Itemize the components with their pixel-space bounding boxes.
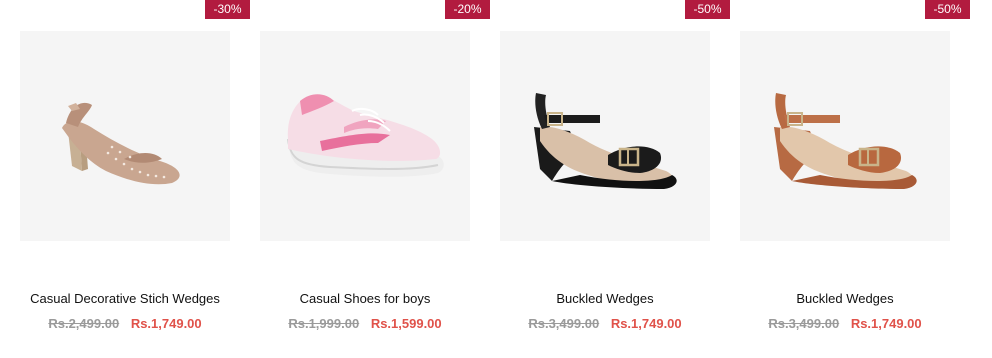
sale-price: Rs.1,749.00 xyxy=(850,316,922,331)
black-buckled-wedge-icon xyxy=(534,93,677,189)
original-price: Rs.3,499.00 xyxy=(528,316,600,331)
tan-buckled-wedge-icon xyxy=(774,93,917,189)
product-name[interactable]: Casual Shoes for boys xyxy=(260,291,470,306)
original-price: Rs.1,999.00 xyxy=(288,316,360,331)
product-card[interactable]: -30% Casual Decorative Stich Wedges Rs.2… xyxy=(20,0,250,358)
beige-slingback-wedge-icon xyxy=(62,102,180,185)
product-card[interactable]: -50% Buckled Wedges Rs.3,499.00 Rs.1,749… xyxy=(740,0,970,358)
product-image[interactable] xyxy=(500,31,710,241)
sale-price: Rs.1,749.00 xyxy=(610,316,682,331)
original-price: Rs.2,499.00 xyxy=(48,316,120,331)
price-row: Rs.1,999.00 Rs.1,599.00 xyxy=(260,316,470,331)
pink-knit-sneaker-icon xyxy=(287,94,444,177)
original-price: Rs.3,499.00 xyxy=(768,316,840,331)
discount-badge: -50% xyxy=(925,0,970,19)
product-name[interactable]: Buckled Wedges xyxy=(740,291,950,306)
product-name[interactable]: Casual Decorative Stich Wedges xyxy=(20,291,230,306)
sale-price: Rs.1,749.00 xyxy=(130,316,202,331)
product-image[interactable] xyxy=(740,31,950,241)
product-card[interactable]: -50% Buckled Wedges Rs.3,499.00 Rs.1,749… xyxy=(500,0,730,358)
product-grid: -30% Casual Decorative Stich Wedges Rs.2… xyxy=(0,0,992,358)
product-card[interactable]: -20% Casual Shoes for boys Rs.1,999.00 R… xyxy=(260,0,490,358)
discount-badge: -20% xyxy=(445,0,490,19)
product-image[interactable] xyxy=(260,31,470,241)
product-name[interactable]: Buckled Wedges xyxy=(500,291,710,306)
product-image[interactable] xyxy=(20,31,230,241)
price-row: Rs.3,499.00 Rs.1,749.00 xyxy=(740,316,950,331)
price-row: Rs.3,499.00 Rs.1,749.00 xyxy=(500,316,710,331)
discount-badge: -30% xyxy=(205,0,250,19)
price-row: Rs.2,499.00 Rs.1,749.00 xyxy=(20,316,230,331)
sale-price: Rs.1,599.00 xyxy=(370,316,442,331)
discount-badge: -50% xyxy=(685,0,730,19)
